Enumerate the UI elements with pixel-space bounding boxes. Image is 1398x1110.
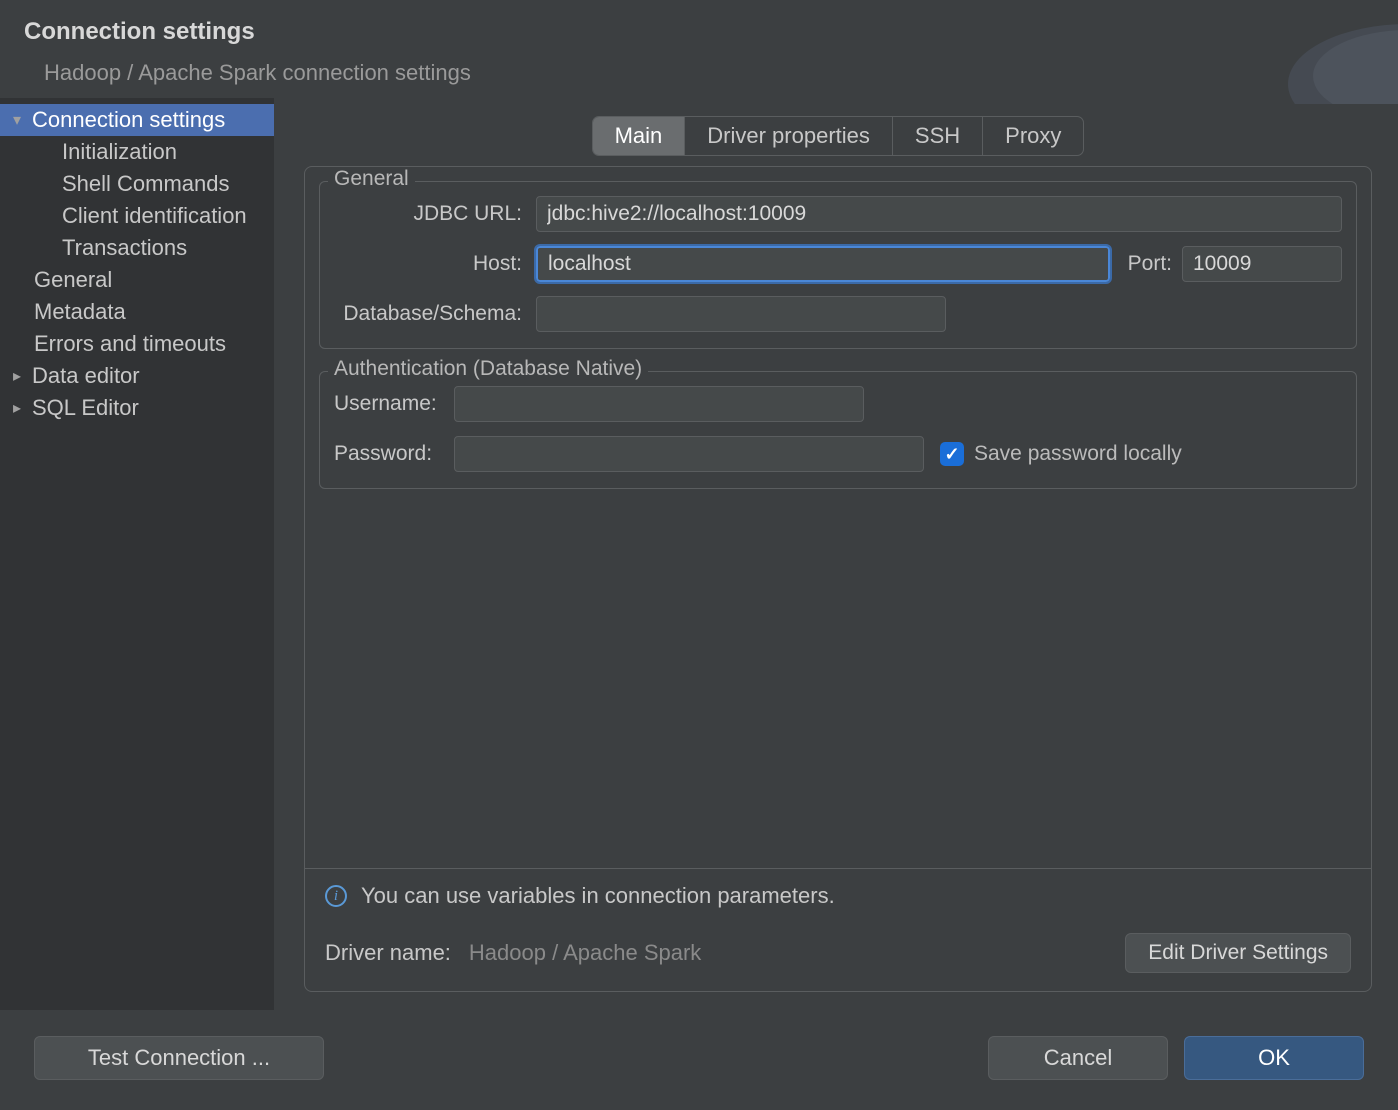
chevron-right-icon[interactable] [8, 366, 26, 386]
tree-item-label: Errors and timeouts [34, 331, 226, 357]
username-input[interactable] [454, 386, 864, 422]
chevron-right-icon[interactable] [8, 398, 26, 418]
cancel-button[interactable]: Cancel [988, 1036, 1168, 1080]
tab-proxy[interactable]: Proxy [983, 117, 1083, 155]
password-label: Password: [334, 442, 454, 466]
host-label: Host: [334, 252, 536, 276]
jdbc-url-label: JDBC URL: [334, 202, 536, 226]
tree-item-label: Initialization [62, 139, 177, 165]
port-input[interactable] [1182, 246, 1342, 282]
tree-item-transactions[interactable]: Transactions [0, 232, 274, 264]
tree-item-client-identification[interactable]: Client identification [0, 200, 274, 232]
info-row: i You can use variables in connection pa… [305, 868, 1371, 921]
chevron-down-icon[interactable] [8, 110, 26, 130]
dialog-footer: Test Connection ... Cancel OK [0, 1010, 1398, 1110]
main-panel: General JDBC URL: Host: Port: Database/S… [304, 166, 1372, 992]
driver-name-value: Hadoop / Apache Spark [469, 940, 701, 966]
tree-item-label: General [34, 267, 112, 293]
dialog-subtitle: Hadoop / Apache Spark connection setting… [24, 60, 1374, 86]
database-schema-label: Database/Schema: [334, 302, 536, 326]
database-schema-input[interactable] [536, 296, 946, 332]
fieldset-legend: Authentication (Database Native) [328, 357, 648, 381]
info-icon: i [325, 885, 347, 907]
info-text: You can use variables in connection para… [361, 883, 835, 909]
tab-driver-properties[interactable]: Driver properties [685, 117, 893, 155]
port-label: Port: [1110, 252, 1182, 276]
host-input[interactable] [536, 246, 1110, 282]
tree-item-label: Transactions [62, 235, 187, 261]
tree-item-label: Connection settings [32, 107, 225, 133]
username-label: Username: [334, 392, 454, 416]
edit-driver-settings-button[interactable]: Edit Driver Settings [1125, 933, 1351, 973]
dialog-title: Connection settings [24, 18, 1374, 46]
fieldset-general: General JDBC URL: Host: Port: Database/S… [319, 181, 1357, 349]
tree-item-label: Client identification [62, 203, 247, 229]
tree-item-general[interactable]: General [0, 264, 274, 296]
fieldset-legend: General [328, 167, 415, 191]
tree-item-sql-editor[interactable]: SQL Editor [0, 392, 274, 424]
tree-item-initialization[interactable]: Initialization [0, 136, 274, 168]
tree-item-label: Metadata [34, 299, 126, 325]
dialog-header: Connection settings Hadoop / Apache Spar… [0, 0, 1398, 98]
tree-item-label: Shell Commands [62, 171, 230, 197]
tree-item-label: Data editor [32, 363, 140, 389]
tab-main[interactable]: Main [593, 117, 686, 155]
tree-item-metadata[interactable]: Metadata [0, 296, 274, 328]
password-input[interactable] [454, 436, 924, 472]
save-password-checkbox[interactable] [940, 442, 964, 466]
tree-item-data-editor[interactable]: Data editor [0, 360, 274, 392]
ok-button[interactable]: OK [1184, 1036, 1364, 1080]
test-connection-button[interactable]: Test Connection ... [34, 1036, 324, 1080]
driver-name-label: Driver name: [325, 940, 451, 966]
tree-item-shell-commands[interactable]: Shell Commands [0, 168, 274, 200]
tree-item-label: SQL Editor [32, 395, 139, 421]
tree-item-errors-timeouts[interactable]: Errors and timeouts [0, 328, 274, 360]
tab-ssh[interactable]: SSH [893, 117, 983, 155]
jdbc-url-input[interactable] [536, 196, 1342, 232]
tab-bar: Main Driver properties SSH Proxy [304, 116, 1372, 156]
fieldset-authentication: Authentication (Database Native) Usernam… [319, 371, 1357, 489]
save-password-label: Save password locally [974, 442, 1182, 466]
tree-item-connection-settings[interactable]: Connection settings [0, 104, 274, 136]
settings-tree: Connection settings Initialization Shell… [0, 98, 274, 1010]
